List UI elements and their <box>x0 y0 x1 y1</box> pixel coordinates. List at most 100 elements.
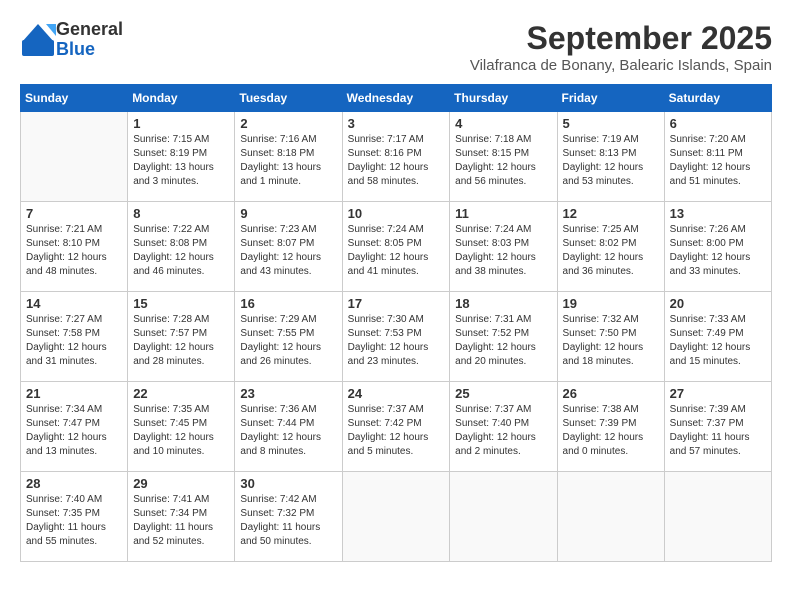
day-info: Sunrise: 7:16 AMSunset: 8:18 PMDaylight:… <box>240 133 336 189</box>
day-number: 26 <box>563 386 659 401</box>
day-number: 6 <box>670 116 766 131</box>
day-info: Sunrise: 7:24 AMSunset: 8:03 PMDaylight:… <box>455 223 551 279</box>
calendar-cell: 3Sunrise: 7:17 AMSunset: 8:16 PMDaylight… <box>342 112 450 202</box>
calendar-cell: 9 Sunrise: 7:23 AMSunset: 8:07 PMDaylight… <box>235 202 342 292</box>
calendar-cell: 27 Sunrise: 7:39 AMSunset: 7:37 PMDayligh… <box>664 382 771 472</box>
calendar-cell: 11 Sunrise: 7:24 AMSunset: 8:03 PMDayligh… <box>450 202 557 292</box>
day-number: 13 <box>670 206 766 221</box>
calendar-cell: 12 Sunrise: 7:25 AMSunset: 8:02 PMDayligh… <box>557 202 664 292</box>
logo-blue: Blue <box>56 40 123 60</box>
day-info: Sunrise: 7:18 AMSunset: 8:15 PMDaylight:… <box>455 133 551 189</box>
day-info: Sunrise: 7:38 AMSunset: 7:39 PMDaylight:… <box>563 403 659 459</box>
day-number: 7 <box>26 206 122 221</box>
calendar-cell: 4 Sunrise: 7:18 AMSunset: 8:15 PMDaylight… <box>450 112 557 202</box>
calendar-cell: 14 Sunrise: 7:27 AMSunset: 7:58 PMDayligh… <box>21 292 128 382</box>
day-number: 12 <box>563 206 659 221</box>
location: Vilafranca de Bonany, Balearic Islands, … <box>470 57 772 74</box>
calendar-cell: 23Sunrise: 7:36 AMSunset: 7:44 PMDayligh… <box>235 382 342 472</box>
day-number: 25 <box>455 386 551 401</box>
calendar-cell: 8Sunrise: 7:22 AMSunset: 8:08 PMDaylight… <box>128 202 235 292</box>
calendar-week-1: 7 Sunrise: 7:21 AMSunset: 8:10 PMDaylight… <box>21 202 772 292</box>
day-number: 27 <box>670 386 766 401</box>
day-number: 18 <box>455 296 551 311</box>
calendar-cell: 2Sunrise: 7:16 AMSunset: 8:18 PMDaylight… <box>235 112 342 202</box>
day-info: Sunrise: 7:20 AMSunset: 8:11 PMDaylight:… <box>670 133 766 189</box>
day-info: Sunrise: 7:24 AMSunset: 8:05 PMDaylight:… <box>348 223 445 279</box>
day-number: 15 <box>133 296 229 311</box>
day-number: 19 <box>563 296 659 311</box>
page-header: General Blue September 2025 Vilafranca d… <box>20 20 772 74</box>
day-info: Sunrise: 7:15 AMSunset: 8:19 PMDaylight:… <box>133 133 229 189</box>
day-info: Sunrise: 7:41 AMSunset: 7:34 PMDaylight:… <box>133 493 229 549</box>
day-info: Sunrise: 7:21 AMSunset: 8:10 PMDaylight:… <box>26 223 122 279</box>
calendar-body: 1Sunrise: 7:15 AMSunset: 8:19 PMDaylight… <box>21 112 772 562</box>
calendar-cell: 13 Sunrise: 7:26 AMSunset: 8:00 PMDayligh… <box>664 202 771 292</box>
calendar-header-tuesday: Tuesday <box>235 85 342 112</box>
day-info: Sunrise: 7:37 AMSunset: 7:42 PMDaylight:… <box>348 403 445 459</box>
calendar-cell <box>450 472 557 562</box>
day-info: Sunrise: 7:33 AMSunset: 7:49 PMDaylight:… <box>670 313 766 369</box>
day-number: 9 <box>240 206 336 221</box>
day-number: 22 <box>133 386 229 401</box>
day-info: Sunrise: 7:31 AMSunset: 7:52 PMDaylight:… <box>455 313 551 369</box>
day-info: Sunrise: 7:32 AMSunset: 7:50 PMDaylight:… <box>563 313 659 369</box>
calendar-week-4: 28Sunrise: 7:40 AMSunset: 7:35 PMDayligh… <box>21 472 772 562</box>
calendar-header-wednesday: Wednesday <box>342 85 450 112</box>
day-info: Sunrise: 7:35 AMSunset: 7:45 PMDaylight:… <box>133 403 229 459</box>
calendar-cell <box>664 472 771 562</box>
calendar-cell: 21 Sunrise: 7:34 AMSunset: 7:47 PMDayligh… <box>21 382 128 472</box>
day-number: 4 <box>455 116 551 131</box>
day-number: 17 <box>348 296 445 311</box>
calendar-cell: 28Sunrise: 7:40 AMSunset: 7:35 PMDayligh… <box>21 472 128 562</box>
calendar-cell: 29 Sunrise: 7:41 AMSunset: 7:34 PMDayligh… <box>128 472 235 562</box>
calendar-cell: 20 Sunrise: 7:33 AMSunset: 7:49 PMDayligh… <box>664 292 771 382</box>
calendar-cell: 5 Sunrise: 7:19 AMSunset: 8:13 PMDaylight… <box>557 112 664 202</box>
calendar-cell: 10Sunrise: 7:24 AMSunset: 8:05 PMDayligh… <box>342 202 450 292</box>
day-info: Sunrise: 7:19 AMSunset: 8:13 PMDaylight:… <box>563 133 659 189</box>
calendar-week-2: 14 Sunrise: 7:27 AMSunset: 7:58 PMDayligh… <box>21 292 772 382</box>
calendar-cell: 19 Sunrise: 7:32 AMSunset: 7:50 PMDayligh… <box>557 292 664 382</box>
calendar-table: SundayMondayTuesdayWednesdayThursdayFrid… <box>20 84 772 562</box>
day-info: Sunrise: 7:25 AMSunset: 8:02 PMDaylight:… <box>563 223 659 279</box>
calendar-cell <box>21 112 128 202</box>
day-info: Sunrise: 7:30 AMSunset: 7:53 PMDaylight:… <box>348 313 445 369</box>
day-info: Sunrise: 7:27 AMSunset: 7:58 PMDaylight:… <box>26 313 122 369</box>
logo-general: General <box>56 20 123 40</box>
day-number: 5 <box>563 116 659 131</box>
calendar-cell: 7 Sunrise: 7:21 AMSunset: 8:10 PMDaylight… <box>21 202 128 292</box>
logo: General Blue <box>20 20 123 60</box>
calendar-cell: 1Sunrise: 7:15 AMSunset: 8:19 PMDaylight… <box>128 112 235 202</box>
logo-icon <box>20 22 56 58</box>
day-number: 23 <box>240 386 336 401</box>
month-title: September 2025 <box>470 20 772 57</box>
day-number: 29 <box>133 476 229 491</box>
calendar-header-friday: Friday <box>557 85 664 112</box>
calendar-cell: 25 Sunrise: 7:37 AMSunset: 7:40 PMDayligh… <box>450 382 557 472</box>
day-number: 8 <box>133 206 229 221</box>
title-block: September 2025 Vilafranca de Bonany, Bal… <box>470 20 772 74</box>
day-info: Sunrise: 7:26 AMSunset: 8:00 PMDaylight:… <box>670 223 766 279</box>
calendar-cell: 24Sunrise: 7:37 AMSunset: 7:42 PMDayligh… <box>342 382 450 472</box>
day-info: Sunrise: 7:39 AMSunset: 7:37 PMDaylight:… <box>670 403 766 459</box>
day-info: Sunrise: 7:23 AMSunset: 8:07 PMDaylight:… <box>240 223 336 279</box>
calendar-cell: 26 Sunrise: 7:38 AMSunset: 7:39 PMDayligh… <box>557 382 664 472</box>
calendar-cell: 15Sunrise: 7:28 AMSunset: 7:57 PMDayligh… <box>128 292 235 382</box>
day-number: 20 <box>670 296 766 311</box>
calendar-cell: 30Sunrise: 7:42 AMSunset: 7:32 PMDayligh… <box>235 472 342 562</box>
day-info: Sunrise: 7:34 AMSunset: 7:47 PMDaylight:… <box>26 403 122 459</box>
calendar-header-thursday: Thursday <box>450 85 557 112</box>
calendar-week-3: 21 Sunrise: 7:34 AMSunset: 7:47 PMDayligh… <box>21 382 772 472</box>
day-number: 28 <box>26 476 122 491</box>
day-number: 14 <box>26 296 122 311</box>
day-info: Sunrise: 7:29 AMSunset: 7:55 PMDaylight:… <box>240 313 336 369</box>
day-info: Sunrise: 7:42 AMSunset: 7:32 PMDaylight:… <box>240 493 336 549</box>
day-number: 11 <box>455 206 551 221</box>
day-number: 21 <box>26 386 122 401</box>
day-info: Sunrise: 7:37 AMSunset: 7:40 PMDaylight:… <box>455 403 551 459</box>
day-info: Sunrise: 7:17 AMSunset: 8:16 PMDaylight:… <box>348 133 445 189</box>
calendar-header-sunday: Sunday <box>21 85 128 112</box>
calendar-cell <box>557 472 664 562</box>
calendar-week-0: 1Sunrise: 7:15 AMSunset: 8:19 PMDaylight… <box>21 112 772 202</box>
calendar-header-row: SundayMondayTuesdayWednesdayThursdayFrid… <box>21 85 772 112</box>
calendar-cell: 18 Sunrise: 7:31 AMSunset: 7:52 PMDayligh… <box>450 292 557 382</box>
